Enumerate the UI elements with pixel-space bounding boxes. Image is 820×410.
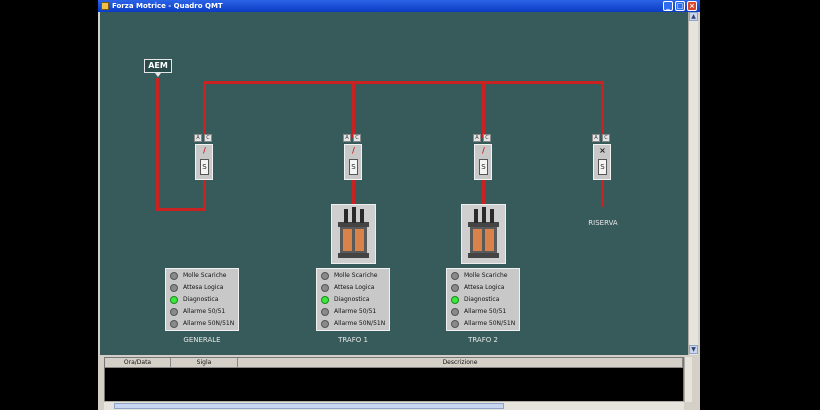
breaker-slot: S [598, 159, 607, 175]
status-label: Diagnostica [464, 296, 500, 303]
status-led-icon [170, 272, 178, 280]
generale-return-vertical [203, 178, 206, 211]
status-label: Allarme 50/51 [334, 308, 377, 315]
event-log-vertical-scrollbar[interactable] [684, 357, 692, 402]
trafo1-close-button[interactable]: C [353, 134, 361, 142]
status-led-icon [321, 308, 329, 316]
status-led-icon [170, 284, 178, 292]
event-log-horizontal-scrollbar[interactable] [104, 401, 684, 410]
transformer-icon[interactable] [331, 204, 376, 264]
close-button[interactable]: × [687, 1, 697, 11]
minimize-button[interactable]: _ [663, 1, 673, 11]
app-window: Forza Motrice - Quadro QMT _ □ × AEM A C… [98, 0, 700, 410]
panel-caption-generale: GENERALE [183, 336, 221, 344]
transformer-icon[interactable] [461, 204, 506, 264]
status-led-icon [170, 296, 178, 304]
window-title: Forza Motrice - Quadro QMT [112, 2, 223, 10]
aem-source-tag[interactable]: AEM [144, 59, 172, 73]
trafo1-link-wire [352, 178, 355, 204]
status-label: Molle Scariche [334, 272, 378, 279]
trafo2-open-button[interactable]: A [473, 134, 481, 142]
status-label: Molle Scariche [464, 272, 508, 279]
column-header-code[interactable]: Sigla [171, 358, 238, 368]
trafo2-breaker[interactable]: / S [474, 144, 492, 180]
canvas-vertical-scrollbar[interactable]: ▲ ▼ [688, 12, 698, 355]
status-led-icon [451, 284, 459, 292]
synoptic-canvas: AEM A C / S A C / S A C / S A C × S Moll… [100, 12, 688, 355]
status-led-icon [451, 272, 459, 280]
status-label: Allarme 50N/51N [334, 320, 386, 327]
feeder-wire-trafo1 [352, 81, 355, 138]
main-busbar [203, 81, 604, 84]
status-led-icon [451, 296, 459, 304]
status-led-icon [451, 320, 459, 328]
status-led-icon [170, 308, 178, 316]
trafo1-breaker[interactable]: / S [344, 144, 362, 180]
riserva-caption: RISERVA [588, 219, 618, 227]
status-label: Diagnostica [183, 296, 219, 303]
status-led-icon [321, 296, 329, 304]
trafo1-open-button[interactable]: A [343, 134, 351, 142]
scroll-down-icon[interactable]: ▼ [689, 345, 698, 354]
panel-caption-trafo1: TRAFO 1 [338, 336, 368, 344]
breaker-icon: / [352, 146, 355, 155]
feeder-wire-riserva [601, 81, 604, 138]
transformer-drawing [468, 207, 499, 258]
column-header-time[interactable]: Ora/Data [105, 358, 171, 368]
status-label: Diagnostica [334, 296, 370, 303]
breaker-slot: S [479, 159, 488, 175]
status-label: Allarme 50/51 [183, 308, 226, 315]
maximize-button[interactable]: □ [675, 1, 685, 11]
generale-open-button[interactable]: A [194, 134, 202, 142]
aem-feed-wire [156, 78, 159, 211]
breaker-open-icon: × [599, 146, 606, 155]
scroll-thumb[interactable] [114, 403, 504, 409]
status-panel-trafo1: Molle Scariche Attesa Logica Diagnostica… [316, 268, 390, 331]
trafo2-link-wire [482, 178, 485, 204]
generale-return-horizontal [156, 208, 206, 211]
aem-pointer [155, 73, 161, 77]
riserva-breaker[interactable]: × S [593, 144, 611, 180]
panel-caption-trafo2: TRAFO 2 [468, 336, 498, 344]
transformer-drawing [338, 207, 369, 258]
status-panel-trafo2: Molle Scariche Attesa Logica Diagnostica… [446, 268, 520, 331]
breaker-icon: / [482, 146, 485, 155]
column-header-description[interactable]: Descrizione [238, 358, 683, 368]
status-led-icon [451, 308, 459, 316]
generale-close-button[interactable]: C [204, 134, 212, 142]
app-icon [101, 2, 109, 10]
status-label: Allarme 50/51 [464, 308, 507, 315]
title-bar[interactable]: Forza Motrice - Quadro QMT _ □ × [98, 0, 700, 12]
status-panel-generale: Molle Scariche Attesa Logica Diagnostica… [165, 268, 239, 331]
status-label: Allarme 50N/51N [464, 320, 516, 327]
status-label: Allarme 50N/51N [183, 320, 235, 327]
status-label: Attesa Logica [464, 284, 505, 291]
status-led-icon [321, 284, 329, 292]
breaker-icon: / [203, 146, 206, 155]
feeder-wire-generale [203, 81, 206, 138]
riserva-link-wire [601, 178, 604, 207]
status-led-icon [321, 272, 329, 280]
status-label: Attesa Logica [334, 284, 375, 291]
trafo2-close-button[interactable]: C [483, 134, 491, 142]
riserva-open-button[interactable]: A [592, 134, 600, 142]
breaker-slot: S [200, 159, 209, 175]
event-log-table[interactable]: Ora/Data Sigla Descrizione [104, 357, 684, 402]
status-label: Attesa Logica [183, 284, 224, 291]
status-led-icon [321, 320, 329, 328]
breaker-slot: S [349, 159, 358, 175]
scroll-up-icon[interactable]: ▲ [689, 12, 698, 21]
feeder-wire-trafo2 [482, 81, 485, 138]
status-label: Molle Scariche [183, 272, 227, 279]
generale-breaker[interactable]: / S [195, 144, 213, 180]
status-led-icon [170, 320, 178, 328]
riserva-close-button[interactable]: C [602, 134, 610, 142]
